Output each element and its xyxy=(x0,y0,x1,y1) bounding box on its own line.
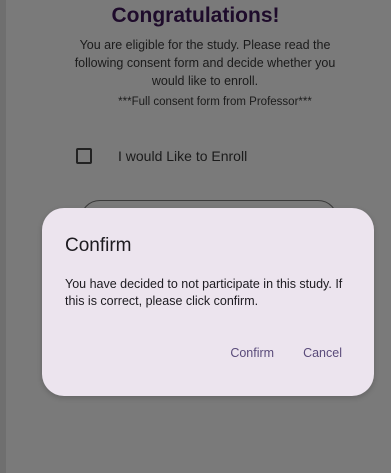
enroll-label: I would Like to Enroll xyxy=(118,148,248,164)
intro-text: You are eligible for the study. Please r… xyxy=(74,38,336,88)
cancel-button[interactable]: Cancel xyxy=(303,346,342,360)
dialog-title: Confirm xyxy=(65,235,132,256)
confirm-dialog: Confirm You have decided to not particip… xyxy=(42,208,374,396)
consent-form-placeholder: ***Full consent form from Professor*** xyxy=(118,96,312,108)
enroll-checkbox[interactable] xyxy=(76,148,92,164)
confirm-button[interactable]: Confirm xyxy=(230,346,274,360)
page-title: Congratulations! xyxy=(111,4,280,27)
dialog-message: You have decided to not participate in t… xyxy=(65,277,343,308)
enroll-checkbox-row[interactable]: I would Like to Enroll xyxy=(76,146,247,166)
screen-edge xyxy=(0,0,6,473)
dialog-actions: Confirm Cancel xyxy=(230,346,342,360)
